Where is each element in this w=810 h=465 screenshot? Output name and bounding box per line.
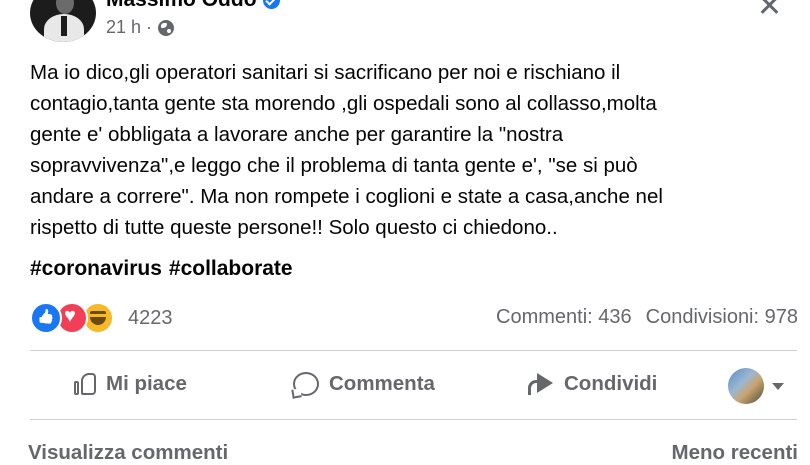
view-comments-link[interactable]: Visualizza commenti xyxy=(28,441,228,465)
share-label: Condividi xyxy=(564,372,658,395)
hashtag-link[interactable]: #collaborate xyxy=(169,257,293,281)
divider xyxy=(30,350,797,351)
post-text-line: Ma io dico,gli operatori sanitari si sac… xyxy=(30,61,621,84)
author-avatar[interactable] xyxy=(30,0,96,42)
post-text-line: andare a correre". Ma non rompete i cogl… xyxy=(30,185,663,208)
hashtag-link[interactable]: #coronavirus xyxy=(30,257,162,281)
thumbs-up-icon xyxy=(74,372,96,396)
like-label: Mi piace xyxy=(106,372,187,395)
share-arrow-icon xyxy=(526,373,554,395)
reaction-count[interactable]: 4223 xyxy=(128,307,173,330)
close-icon[interactable] xyxy=(754,0,784,22)
hashtags: #coronavirus #collaborate xyxy=(30,257,293,281)
profile-avatar xyxy=(728,368,764,404)
sort-comments-dropdown[interactable]: Meno recenti xyxy=(672,441,798,465)
comments-count[interactable]: Commenti: 436 xyxy=(496,306,632,329)
avatar-face xyxy=(56,0,74,14)
action-bar: Mi piace Commenta Condividi xyxy=(30,356,797,416)
comment-label: Commenta xyxy=(329,372,435,395)
post-text-line: gente e' obbligata a lavorare anche per … xyxy=(30,123,564,146)
comment-button[interactable]: Commenta xyxy=(293,372,435,396)
speech-bubble-icon xyxy=(293,372,319,396)
post-timestamp[interactable]: 21 h · xyxy=(106,17,152,38)
haha-mouth xyxy=(90,317,106,325)
post-meta: 21 h · xyxy=(106,17,175,38)
like-button[interactable]: Mi piace xyxy=(74,372,187,396)
reactions-summary[interactable]: 4223 xyxy=(30,302,173,334)
post-text-line: sopravvivenza",e leggo che il problema d… xyxy=(30,154,638,177)
globe-icon xyxy=(158,19,175,36)
post-text-line: contagio,tanta gente sta morendo ,gli os… xyxy=(30,92,657,115)
share-button[interactable]: Condividi xyxy=(526,372,657,396)
verified-badge-icon xyxy=(262,0,280,9)
avatar-tie xyxy=(61,16,67,36)
post-text-line: rispetto di tutte queste persone!! Solo … xyxy=(30,216,558,239)
engagement-stats: Commenti: 436 Condivisioni: 978 xyxy=(496,306,798,329)
shares-count[interactable]: Condivisioni: 978 xyxy=(646,306,798,329)
author-name[interactable]: Massimo Oddo xyxy=(106,0,257,12)
chevron-down-icon xyxy=(772,382,784,390)
post-body: Ma io dico,gli operatori sanitari si sac… xyxy=(30,57,790,243)
author-name-row: Massimo Oddo xyxy=(106,0,280,12)
react-as-selector[interactable] xyxy=(728,368,784,404)
divider xyxy=(30,419,797,420)
like-reaction-icon xyxy=(30,302,62,334)
